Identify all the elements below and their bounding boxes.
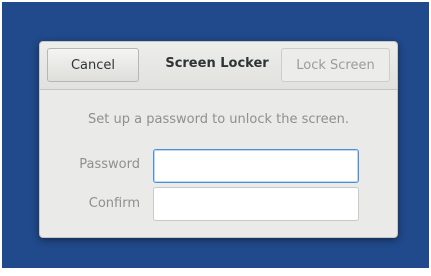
password-input[interactable] — [153, 149, 359, 183]
screen-locker-dialog: Cancel Screen Locker Lock Screen Set up … — [39, 41, 398, 238]
dialog-title: Screen Locker — [165, 56, 269, 71]
setup-instructions: Set up a password to unlock the screen. — [88, 112, 349, 127]
dialog-headerbar: Cancel Screen Locker Lock Screen — [40, 42, 397, 90]
password-label: Password — [79, 157, 140, 172]
confirm-label: Confirm — [88, 196, 140, 211]
confirm-password-input[interactable] — [153, 187, 359, 221]
cancel-button[interactable]: Cancel — [47, 48, 139, 82]
lock-screen-button[interactable]: Lock Screen — [281, 48, 390, 82]
desktop: Cancel Screen Locker Lock Screen Set up … — [0, 0, 431, 276]
